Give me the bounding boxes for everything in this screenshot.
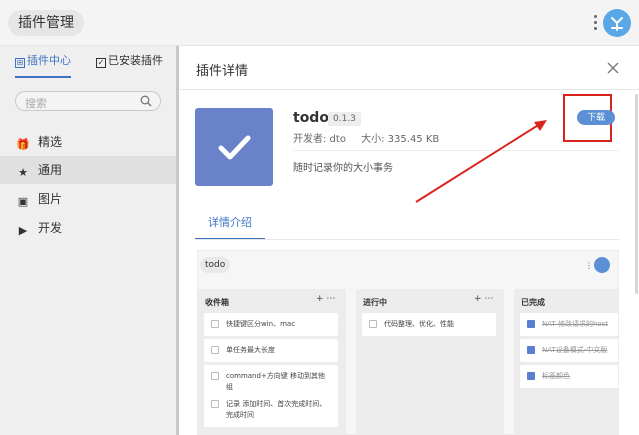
avatar[interactable]: [603, 9, 631, 37]
download-button[interactable]: 下载: [577, 110, 615, 125]
image-icon: ▣: [17, 195, 29, 208]
card-text: 代码整理、优化、性能: [384, 320, 454, 328]
checkbox-checked-icon: [527, 320, 535, 328]
plugin-detail-panel: 插件详情 todo 0.1.3 开发者: dto 大小: 335.45 KB 随…: [179, 46, 639, 435]
plugin-name: todo: [293, 110, 329, 126]
list-item: NAT 修改请求的host: [520, 313, 618, 336]
tab-installed-plugins[interactable]: ✓ 已安装插件: [96, 46, 163, 76]
tab-label: 已安装插件: [108, 54, 163, 67]
sidebar-item-label: 精选: [38, 135, 63, 149]
plugin-logo: [195, 108, 273, 186]
tab-details[interactable]: 详情介绍: [195, 214, 265, 240]
checkmark-icon: [218, 135, 251, 160]
user-logo-icon: [611, 17, 623, 31]
card-text: 标签颜色: [542, 372, 570, 380]
tab-label: 插件中心: [27, 54, 71, 67]
more-menu-icon[interactable]: [592, 13, 598, 33]
sidebar-item-label: 图片: [38, 192, 63, 206]
kanban-column-in-progress: 进行中 + ⋯ 代码整理、优化、性能: [356, 289, 504, 434]
tab-plugin-center[interactable]: ⊞ 插件中心: [15, 46, 71, 78]
column-title: 收件箱: [205, 298, 229, 307]
version-badge: 0.1.3: [328, 112, 361, 126]
card-text: 单任务最大长度: [226, 346, 275, 354]
plugin-developer: 开发者: dto: [293, 134, 346, 145]
sidebar-item-label: 开发: [38, 221, 63, 235]
panel-title: 插件详情: [196, 64, 249, 79]
annotation-arrow-icon: [415, 120, 547, 203]
checkbox-icon: [211, 346, 219, 354]
tab-label: 详情介绍: [208, 216, 252, 229]
checkbox-checked-icon: [527, 372, 535, 380]
checkbox-icon: [211, 320, 219, 328]
gift-icon: 🎁: [16, 138, 30, 151]
top-bar: 插件管理: [0, 0, 639, 46]
checkbox-checked-icon: [527, 346, 535, 354]
scrollbar[interactable]: [635, 94, 638, 294]
sidebar-item-general[interactable]: ★ 通用: [0, 156, 176, 184]
list-item: 单任务最大长度: [204, 339, 338, 362]
avatar: [594, 257, 610, 273]
sidebar-item-label: 通用: [38, 163, 63, 177]
divider: [195, 239, 619, 240]
card-text: NAT设备模式-中文版: [542, 346, 608, 354]
column-title: 进行中: [363, 298, 387, 307]
panel-header: 插件详情: [179, 46, 639, 90]
preview-title: todo: [200, 257, 231, 273]
card-text: command+方向键 移动到其他组: [226, 372, 326, 391]
sidebar-tabs: ⊞ 插件中心 ✓ 已安装插件: [0, 46, 176, 78]
add-more-icon: + ⋯: [316, 294, 336, 304]
store-icon: ⊞: [15, 58, 25, 68]
more-menu-icon: ⋮: [585, 261, 593, 270]
column-title: 已完成: [521, 298, 545, 307]
list-item: 代码整理、优化、性能: [362, 313, 496, 336]
card-text: 快捷键区分win、mac: [226, 320, 296, 328]
plugin-description: 随时记录你的大小事务: [293, 163, 393, 174]
search-box: [15, 91, 161, 113]
sidebar-item-development[interactable]: ▶ 开发: [0, 214, 176, 242]
search-icon[interactable]: [140, 95, 152, 107]
terminal-icon: ▶: [18, 224, 28, 237]
sidebar: ⊞插件中心 ✓已安装插件 🎁 精选 ★ 通用 ▣ 图片 ▶ 开发: [0, 46, 176, 435]
close-icon[interactable]: [607, 62, 619, 74]
star-icon: ★: [18, 166, 28, 179]
list-item: 快捷键区分win、mac: [204, 313, 338, 336]
card-text: NAT 修改请求的host: [542, 320, 609, 328]
preview-screenshot: todo ⋮ 收件箱 + ⋯ 快捷键区分win、mac 单任务最大长度 comm…: [197, 250, 619, 435]
checkbox-icon: [211, 372, 219, 380]
kanban-column-done: 已完成 NAT 修改请求的host NAT设备模式-中文版 标签颜色: [514, 289, 618, 434]
sidebar-item-images[interactable]: ▣ 图片: [0, 185, 176, 213]
kanban-column-inbox: 收件箱 + ⋯ 快捷键区分win、mac 单任务最大长度 command+方向键…: [198, 289, 346, 434]
list-item: NAT设备模式-中文版: [520, 339, 618, 362]
checkbox-icon: [369, 320, 377, 328]
card-text: 记录 添加时间、首次完成时间、完成时间: [226, 400, 327, 419]
list-item: 标签颜色: [520, 365, 618, 388]
add-more-icon: + ⋯: [474, 294, 494, 304]
list-item: 记录 添加时间、首次完成时间、完成时间: [204, 393, 338, 427]
checkbox-icon: ✓: [96, 58, 106, 68]
sidebar-item-featured[interactable]: 🎁 精选: [0, 128, 176, 156]
search-input[interactable]: [16, 94, 126, 113]
checkbox-icon: [211, 400, 219, 408]
app-title: 插件管理: [8, 10, 84, 36]
